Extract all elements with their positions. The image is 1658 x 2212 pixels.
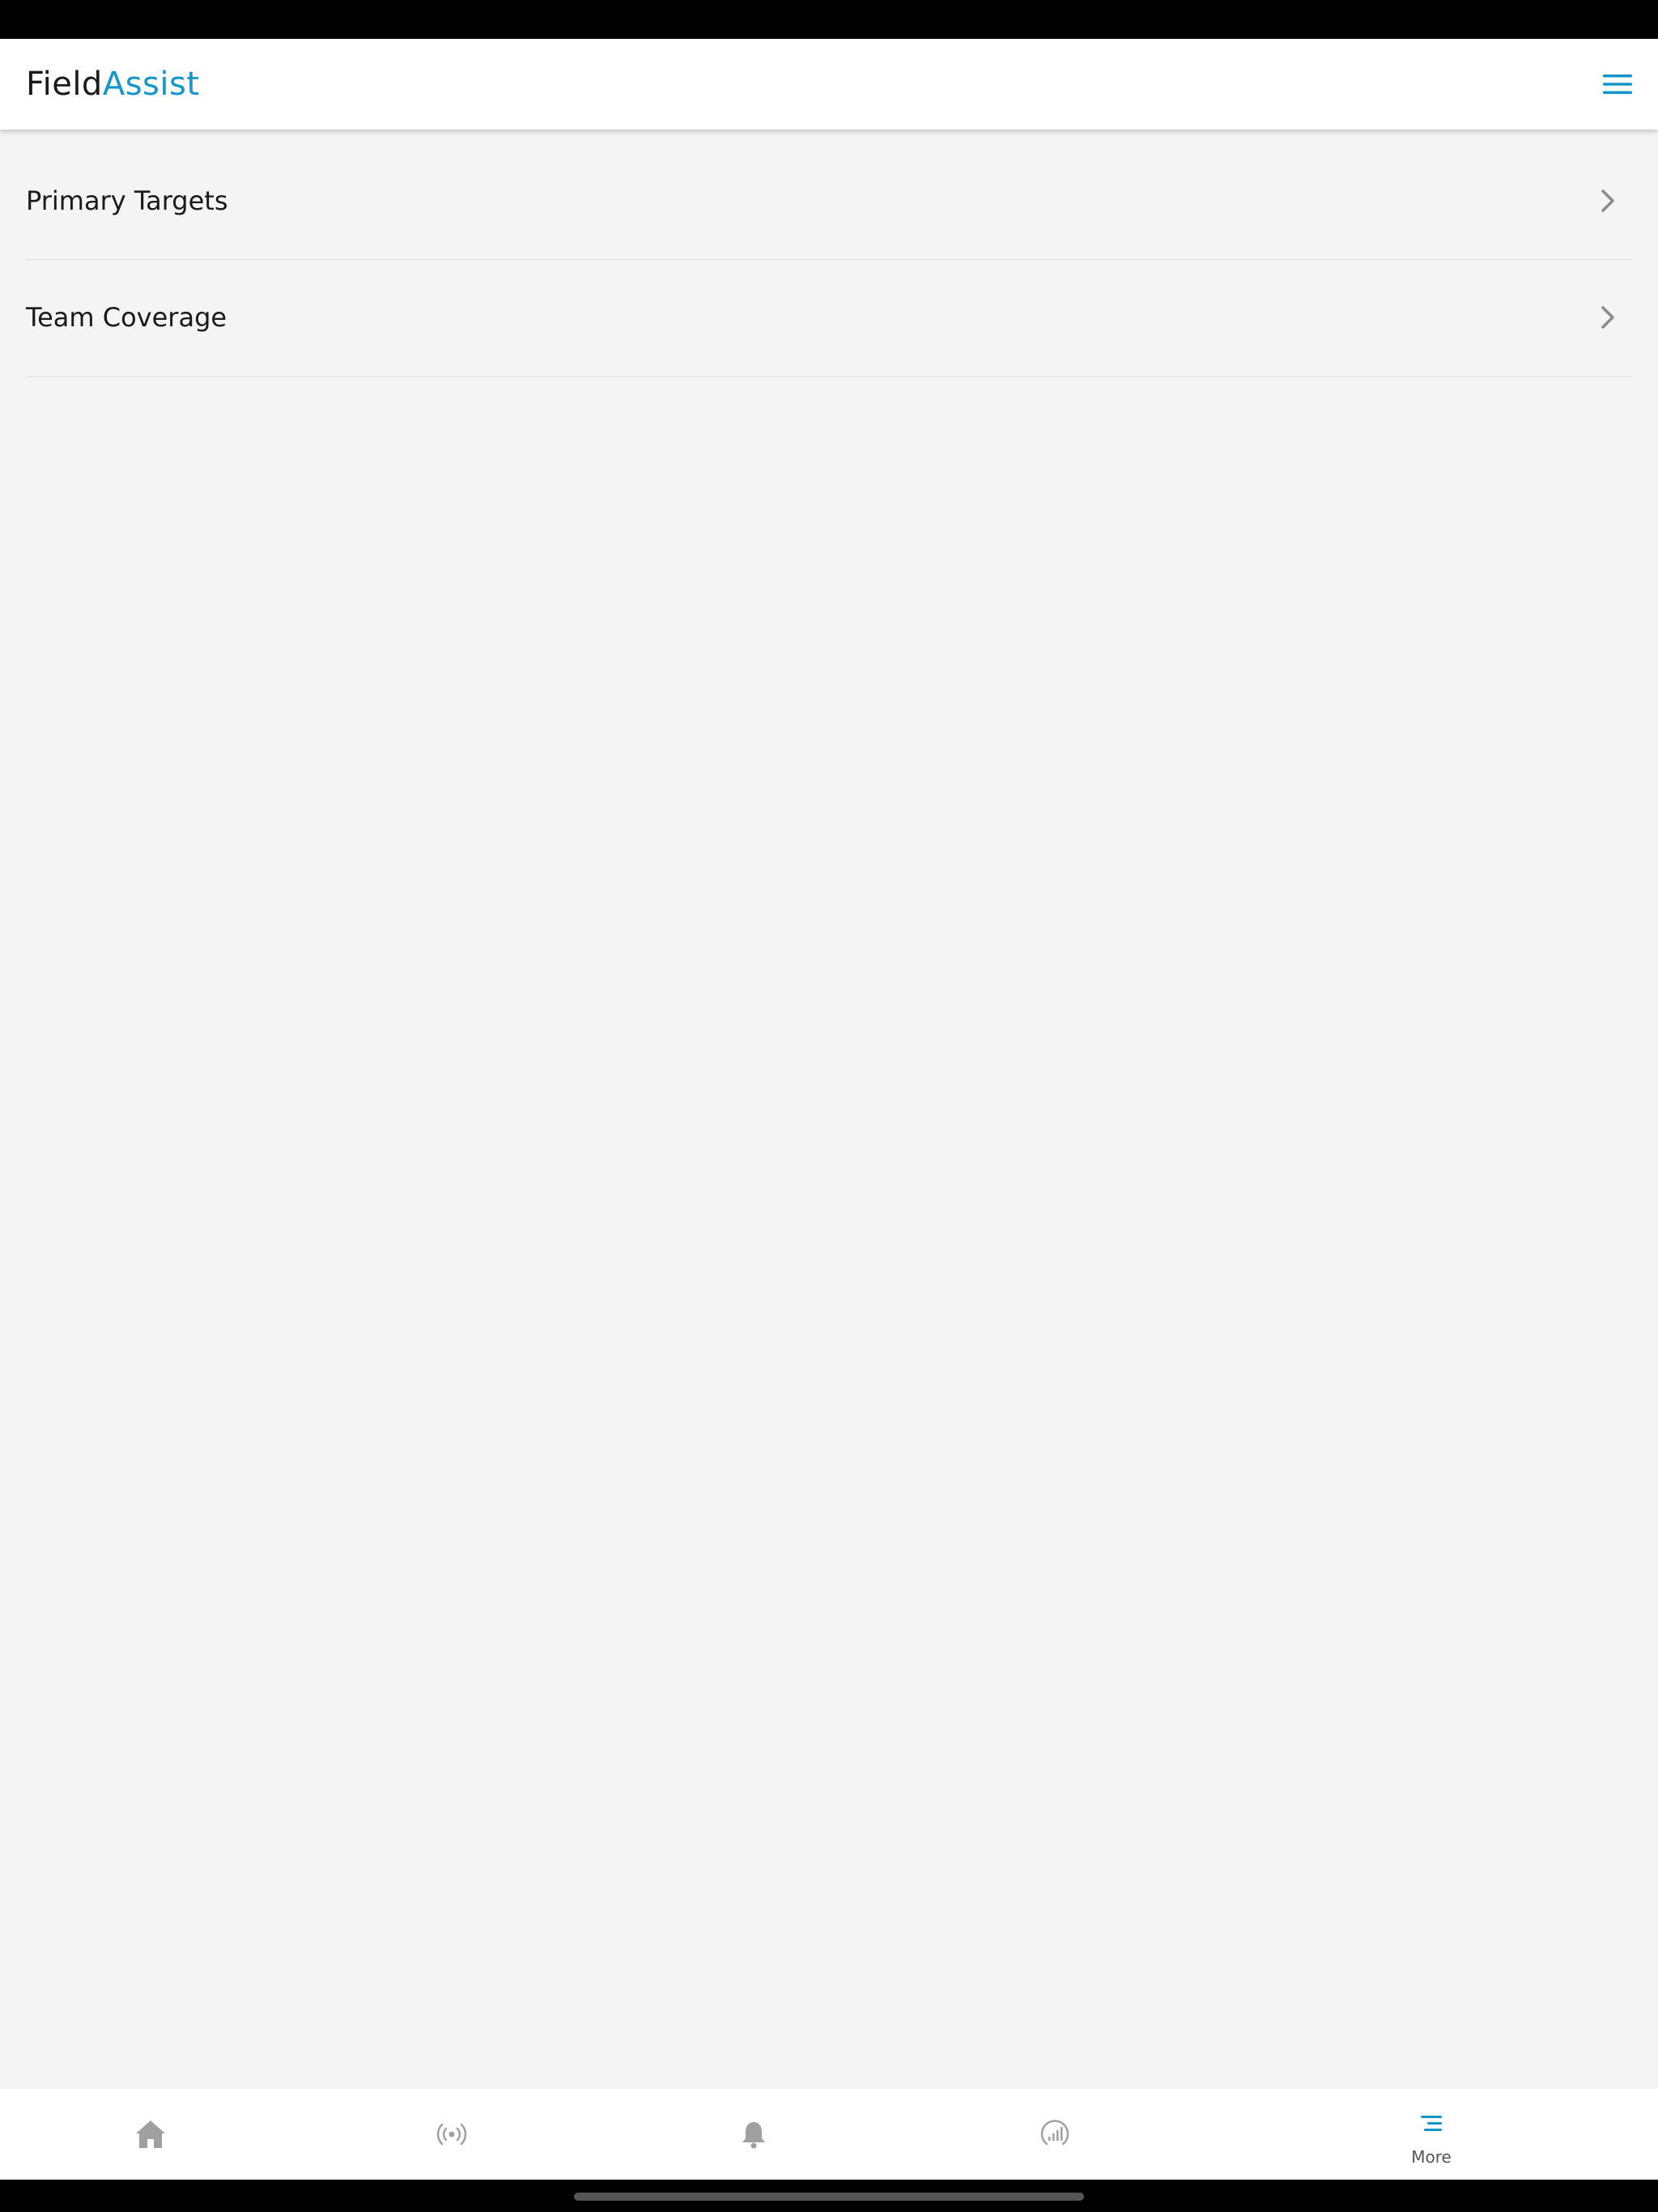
chevron-right-icon (1601, 189, 1614, 212)
bottom-navigation: More (0, 2089, 1658, 2180)
nav-item-more[interactable]: More (1367, 2089, 1496, 2180)
more-menu-icon (1421, 2116, 1442, 2131)
app-logo: FieldAssist (26, 62, 200, 107)
home-icon (136, 2121, 165, 2148)
nav-item-more-label: More (1411, 2147, 1452, 2167)
nav-item-home[interactable] (86, 2089, 215, 2180)
broadcast-icon (436, 2123, 467, 2146)
chevron-right-icon (1601, 306, 1614, 329)
list-item-label: Team Coverage (26, 302, 227, 333)
nav-item-broadcast[interactable] (387, 2089, 517, 2180)
status-bar (0, 0, 1658, 39)
list-item-primary-targets[interactable]: Primary Targets (26, 143, 1632, 261)
nav-item-dashboard[interactable] (990, 2089, 1120, 2180)
app-header: FieldAssist (0, 39, 1658, 130)
menu-button[interactable] (1596, 63, 1639, 105)
nav-item-notifications[interactable] (689, 2089, 818, 2180)
list-item-label: Primary Targets (26, 185, 228, 216)
system-navigation-bar (0, 2180, 1658, 2212)
bell-icon (742, 2122, 765, 2149)
home-indicator[interactable] (574, 2193, 1084, 2201)
dashboard-gauge-icon (1040, 2120, 1069, 2146)
list-item-team-coverage[interactable]: Team Coverage (26, 259, 1632, 377)
hamburger-menu-icon (1603, 74, 1632, 94)
main-content: Primary Targets Team Coverage (0, 130, 1658, 2089)
logo-text-assist: Assist (102, 66, 200, 103)
logo-text-field: Field (26, 66, 103, 103)
